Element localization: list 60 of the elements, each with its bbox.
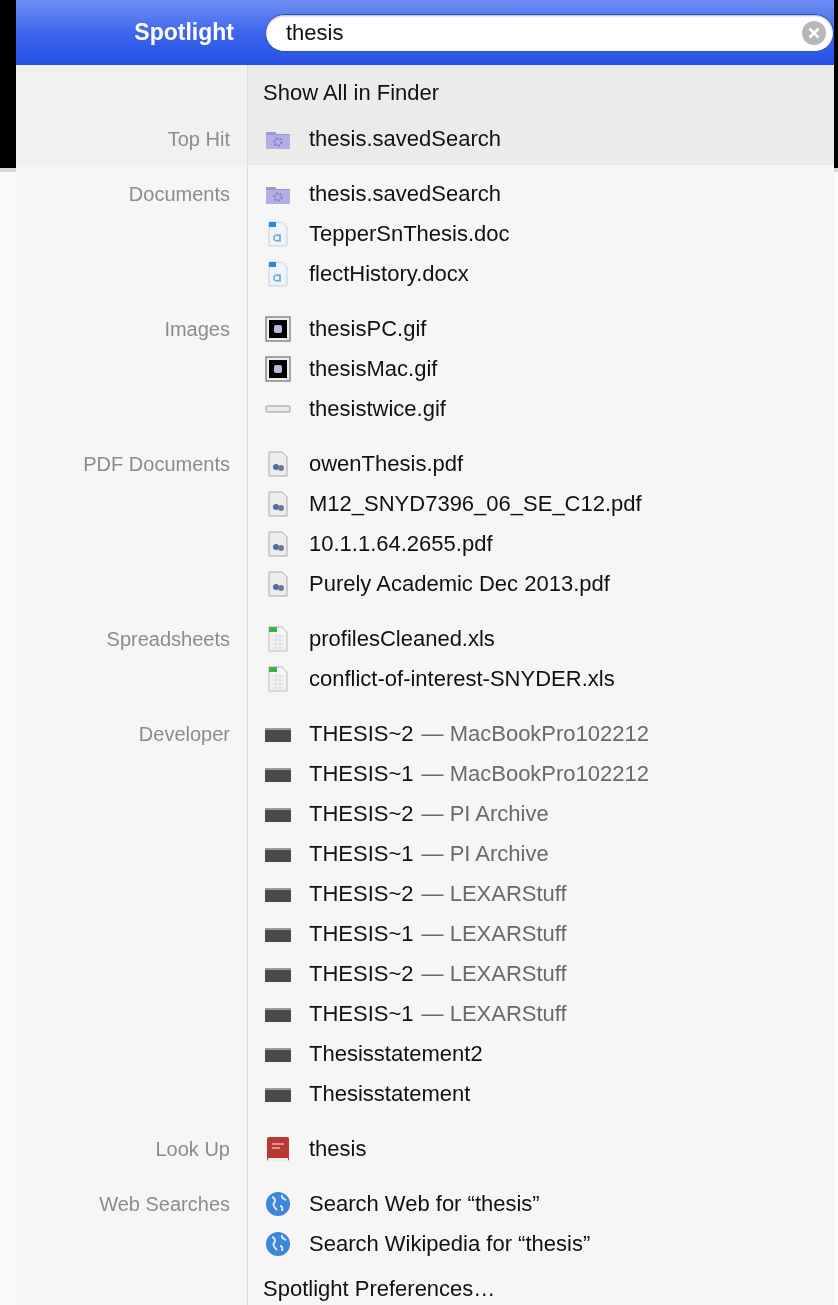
result-location: — PI Archive bbox=[421, 841, 549, 867]
result-item[interactable]: THESIS~2 bbox=[309, 961, 414, 987]
preferences-link[interactable]: Spotlight Preferences… bbox=[263, 1276, 496, 1302]
result-location: — PI Archive bbox=[421, 801, 549, 827]
result-item[interactable]: THESIS~2 bbox=[309, 801, 414, 827]
result-item[interactable]: owenThesis.pdf bbox=[309, 451, 464, 477]
section-label: Web Searches bbox=[98, 1192, 231, 1216]
show-all-link[interactable]: Show All in Finder bbox=[263, 80, 440, 106]
result-item[interactable]: 10.1.1.64.2655.pdf bbox=[309, 531, 493, 557]
spreadsheet-icon bbox=[265, 666, 291, 692]
section-label: Look Up bbox=[154, 1137, 231, 1161]
result-location: — MacBookPro102212 bbox=[421, 761, 649, 787]
pdf-document-icon bbox=[265, 491, 291, 517]
result-item[interactable]: thesis bbox=[309, 1136, 367, 1162]
clear-icon[interactable] bbox=[801, 19, 827, 46]
result-item[interactable]: thesisPC.gif bbox=[309, 316, 427, 342]
result-item[interactable]: thesis.savedSearch bbox=[309, 181, 501, 207]
globe-icon bbox=[265, 1231, 291, 1257]
result-item[interactable]: THESIS~2 bbox=[309, 721, 414, 747]
result-item[interactable]: THESIS~1 bbox=[309, 1001, 414, 1027]
pdf-document-icon bbox=[265, 531, 291, 557]
result-item[interactable]: THESIS~1 bbox=[309, 841, 414, 867]
result-item[interactable]: conflict-of-interest-SNYDER.xls bbox=[309, 666, 615, 692]
result-item[interactable]: Thesisstatement bbox=[309, 1081, 471, 1107]
result-item[interactable]: THESIS~1 bbox=[309, 761, 414, 787]
result-location: — MacBookPro102212 bbox=[421, 721, 649, 747]
result-item[interactable]: flectHistory.docx bbox=[309, 261, 469, 287]
result-item[interactable]: Search Web for “thesis” bbox=[309, 1191, 540, 1217]
spreadsheet-icon bbox=[265, 626, 291, 652]
globe-icon bbox=[265, 1191, 291, 1217]
pdf-document-icon bbox=[265, 571, 291, 597]
section-label: Documents bbox=[127, 182, 231, 206]
result-item[interactable]: thesisMac.gif bbox=[309, 356, 438, 382]
result-item[interactable]: THESIS~1 bbox=[309, 921, 414, 947]
result-location: — LEXARStuff bbox=[421, 961, 567, 987]
result-item[interactable]: thesis.savedSearch bbox=[248, 119, 834, 159]
result-item[interactable]: Thesisstatement2 bbox=[309, 1041, 483, 1067]
result-item[interactable]: thesistwice.gif bbox=[309, 396, 446, 422]
section-label: Top Hit bbox=[166, 127, 231, 151]
result-item[interactable]: Purely Academic Dec 2013.pdf bbox=[309, 571, 610, 597]
search-field[interactable]: thesis bbox=[265, 13, 834, 52]
result-location: — LEXARStuff bbox=[421, 921, 567, 947]
section-label: Spreadsheets bbox=[105, 627, 231, 651]
result-item[interactable]: profilesCleaned.xls bbox=[309, 626, 495, 652]
section-label: Images bbox=[163, 317, 231, 341]
spotlight-title: Spotlight bbox=[133, 19, 235, 46]
result-location: — LEXARStuff bbox=[421, 881, 567, 907]
document-icon bbox=[265, 261, 291, 287]
result-item[interactable]: M12_SNYD7396_06_SE_C12.pdf bbox=[309, 491, 642, 517]
pdf-document-icon bbox=[265, 451, 291, 477]
dictionary-book-icon bbox=[265, 1136, 291, 1162]
result-item[interactable]: Search Wikipedia for “thesis” bbox=[309, 1231, 591, 1257]
section-label: PDF Documents bbox=[82, 452, 231, 476]
section-label: Developer bbox=[137, 722, 231, 746]
result-item[interactable]: TepperSnThesis.doc bbox=[309, 221, 510, 247]
document-icon bbox=[265, 221, 291, 247]
result-location: — LEXARStuff bbox=[421, 1001, 567, 1027]
image-thumbnail-icon bbox=[265, 356, 291, 382]
image-thumbnail-icon bbox=[265, 316, 291, 342]
result-item[interactable]: THESIS~2 bbox=[309, 881, 414, 907]
